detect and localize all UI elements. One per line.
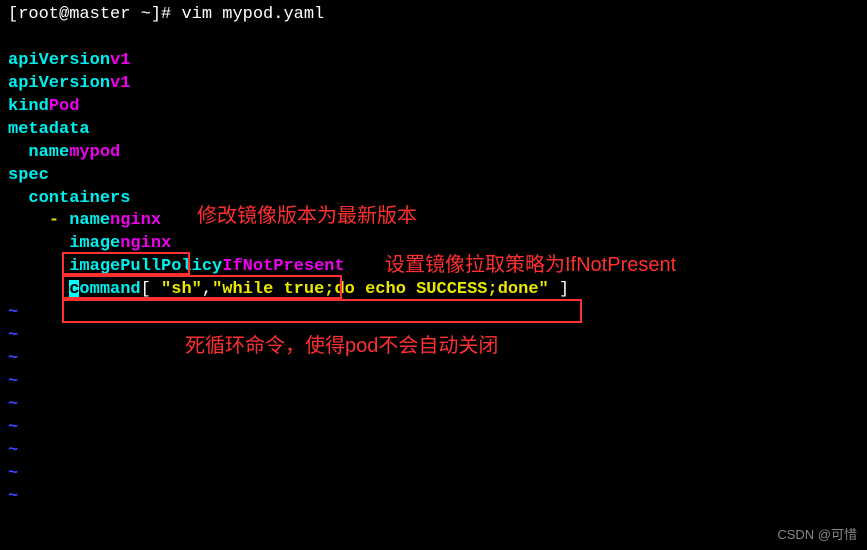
yaml-string: "sh": [161, 280, 202, 299]
yaml-key: metadata: [8, 120, 90, 139]
yaml-dash: -: [49, 211, 69, 230]
yaml-key: imagePullPolicy: [69, 257, 222, 276]
yaml-value: IfNotPresent: [222, 257, 344, 276]
yaml-value: v1: [110, 51, 130, 70]
yaml-key: containers: [28, 189, 130, 208]
vim-tilde-line: ~: [8, 394, 859, 417]
vim-tilde-line: ~: [8, 486, 859, 509]
yaml-key: name: [69, 211, 110, 230]
yaml-string: "while true;do echo SUCCESS;done": [212, 280, 549, 299]
annotation-pull-policy: 设置镜像拉取策略为IfNotPresent: [385, 252, 676, 279]
yaml-line: - namenginx: [8, 210, 859, 233]
yaml-value: nginx: [110, 211, 161, 230]
shell-prompt: [root@master ~]#: [8, 5, 181, 24]
yaml-line: containers: [8, 188, 859, 211]
yaml-key: ommand: [79, 280, 140, 299]
watermark: CSDN @可惜: [777, 526, 857, 544]
vim-tilde-line: ~: [8, 463, 859, 486]
yaml-key: apiVersion: [8, 74, 110, 93]
blank-line: [8, 27, 859, 50]
yaml-line: apiVersionv1: [8, 50, 859, 73]
yaml-key: kind: [8, 97, 49, 116]
yaml-key: image: [69, 234, 120, 253]
yaml-line: kindPod: [8, 96, 859, 119]
cursor: c: [69, 280, 79, 299]
vim-tilde-line: ~: [8, 440, 859, 463]
vim-tilde-line: ~: [8, 371, 859, 394]
yaml-value: Pod: [49, 97, 80, 116]
annotation-image-version: 修改镜像版本为最新版本: [197, 203, 417, 230]
prompt-line: [root@master ~]# vim mypod.yaml: [8, 4, 859, 27]
yaml-line: namemypod: [8, 142, 859, 165]
yaml-key: apiVersion: [8, 51, 110, 70]
yaml-value: nginx: [120, 234, 171, 253]
yaml-value: v1: [110, 74, 130, 93]
yaml-key: spec: [8, 166, 49, 185]
yaml-line: spec: [8, 165, 859, 188]
yaml-line: apiVersionv1: [8, 73, 859, 96]
yaml-line: command[ "sh","while true;do echo SUCCES…: [8, 279, 859, 302]
vim-tilde-line: ~: [8, 417, 859, 440]
vim-tilde-line: ~: [8, 302, 859, 325]
yaml-key: name: [28, 143, 69, 162]
shell-command: vim mypod.yaml: [181, 5, 324, 24]
annotation-loop-command: 死循环命令，使得pod不会自动关闭: [185, 333, 498, 360]
yaml-value: mypod: [69, 143, 120, 162]
yaml-line: metadata: [8, 119, 859, 142]
